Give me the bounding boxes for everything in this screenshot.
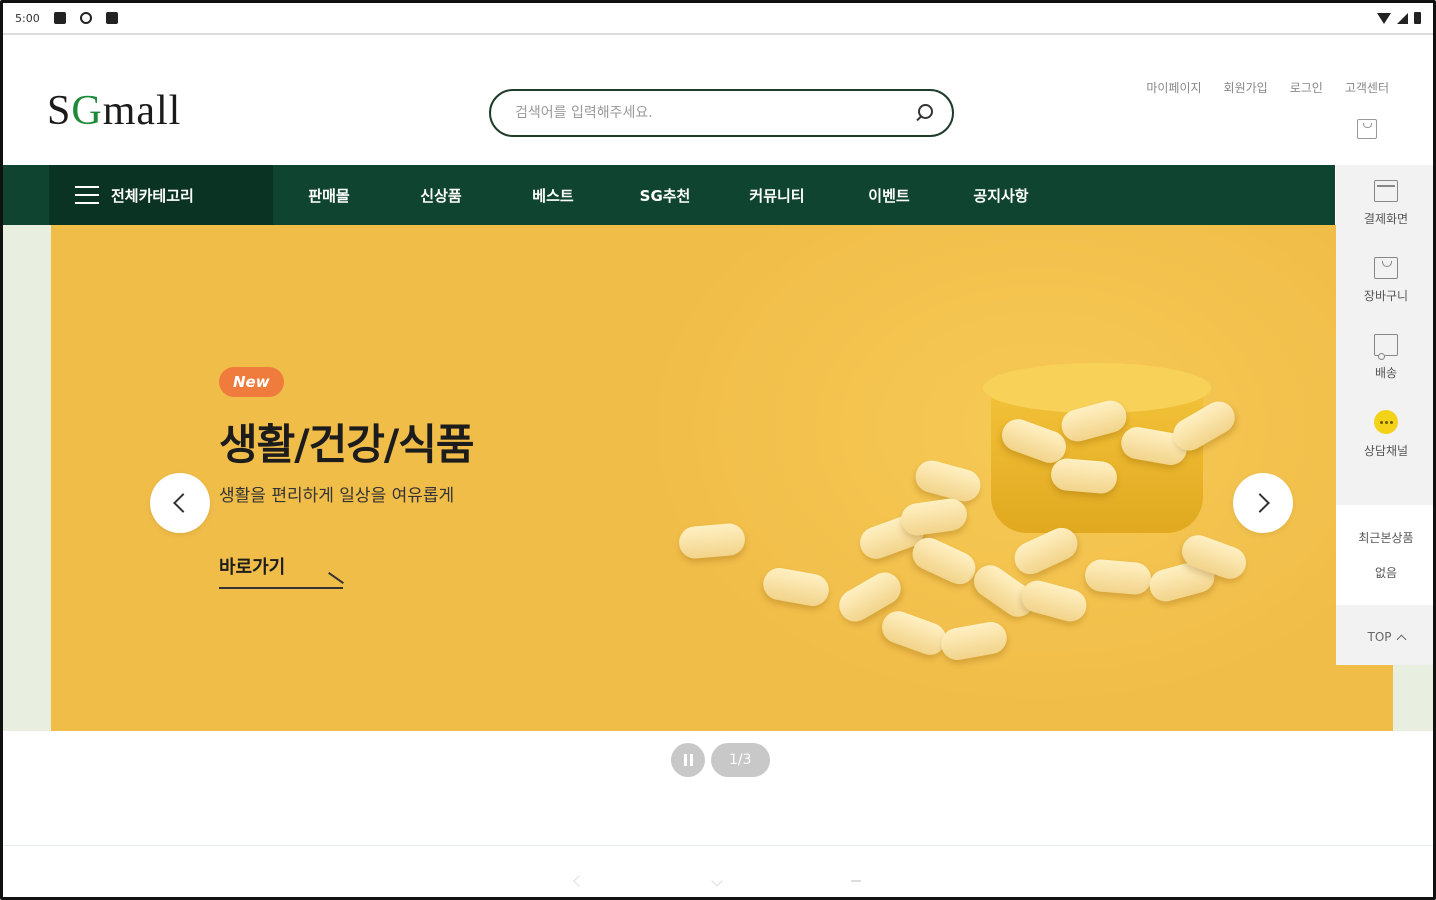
hero-subtitle: 생활을 편리하게 일상을 여유롭게 <box>219 486 455 506</box>
search-input[interactable] <box>515 105 914 121</box>
quick-side-panel: 결제화면 장바구니 배송 상담채널 최근본상품 없음 TOP <box>1336 165 1433 665</box>
login-link[interactable]: 로그인 <box>1290 79 1323 96</box>
top-links: 마이페이지 회원가입 로그인 고객센터 <box>1146 79 1389 96</box>
hero-shortcut-link[interactable]: 바로가기 <box>219 553 285 579</box>
chevron-right-icon <box>1250 493 1270 513</box>
slide-counter: 1/3 <box>711 743 770 777</box>
pause-icon <box>683 754 693 766</box>
recent-products-empty: 없음 <box>1374 566 1398 580</box>
back-icon[interactable] <box>573 875 585 887</box>
next-slide-button[interactable] <box>1233 473 1293 533</box>
side-item-chat[interactable]: 상담채널 <box>1336 396 1433 473</box>
hero-banner[interactable]: New 생활/건강/식품 생활을 편리하게 일상을 여유롭게 바로가기 <box>51 225 1393 731</box>
side-item-delivery[interactable]: 배송 <box>1336 319 1433 396</box>
delivery-truck-icon <box>1374 334 1398 360</box>
new-badge: New <box>219 367 284 397</box>
side-item-payment[interactable]: 결제화면 <box>1336 165 1433 242</box>
nav-item-recommend[interactable]: SG추천 <box>609 185 721 206</box>
hamburger-icon <box>75 186 99 204</box>
arrow-right-icon <box>328 572 344 584</box>
shopping-bag-icon <box>1374 257 1398 279</box>
notification-icon <box>53 12 66 24</box>
status-bar: 5:00 <box>3 3 1433 35</box>
nav-menu: 판매몰 신상품 베스트 SG추천 커뮤니티 이벤트 공지사항 <box>273 185 1057 206</box>
app-frame: 5:00 SGmall 마이페이지 회원가입 로그인 고객센터 전체카테고리 <box>0 0 1436 900</box>
scroll-top-button[interactable]: TOP <box>1336 615 1433 659</box>
chat-bubble-icon <box>1374 410 1398 434</box>
all-category-button[interactable]: 전체카테고리 <box>49 165 273 225</box>
battery-icon <box>1414 12 1421 24</box>
side-item-cart[interactable]: 장바구니 <box>1336 242 1433 319</box>
nav-item-notice[interactable]: 공지사항 <box>945 185 1057 206</box>
slide-pager: 1/3 <box>671 743 770 777</box>
recents-icon[interactable] <box>851 880 861 882</box>
lock-icon <box>105 12 118 24</box>
signup-link[interactable]: 회원가입 <box>1224 79 1268 96</box>
sync-icon <box>79 12 92 24</box>
nav-item-best[interactable]: 베스트 <box>497 185 609 206</box>
cart-icon[interactable] <box>1357 119 1377 139</box>
home-icon[interactable] <box>711 875 723 887</box>
signal-icon <box>1397 12 1408 24</box>
customer-center-link[interactable]: 고객센터 <box>1345 79 1389 96</box>
recent-products-title: 최근본상품 <box>1358 531 1414 545</box>
hero-title: 생활/건강/식품 <box>219 420 475 469</box>
search-icon[interactable] <box>914 103 934 123</box>
site-logo[interactable]: SGmall <box>47 87 181 135</box>
all-category-label: 전체카테고리 <box>111 186 194 205</box>
nav-item-community[interactable]: 커뮤니티 <box>721 185 833 206</box>
nav-item-new[interactable]: 신상품 <box>385 185 497 206</box>
hero-link-underline <box>219 587 343 589</box>
footer-divider <box>3 845 1433 846</box>
nav-item-event[interactable]: 이벤트 <box>833 185 945 206</box>
search-bar <box>489 89 954 137</box>
recent-products-box: 최근본상품 없음 <box>1336 505 1433 605</box>
mypage-link[interactable]: 마이페이지 <box>1146 79 1201 96</box>
nav-item-shop[interactable]: 판매몰 <box>273 185 385 206</box>
payment-screen-icon <box>1374 180 1398 202</box>
status-time: 5:00 <box>15 11 40 25</box>
prev-slide-button[interactable] <box>150 473 210 533</box>
chevron-up-icon <box>1396 634 1406 644</box>
wifi-icon <box>1377 12 1391 24</box>
site-header: SGmall 마이페이지 회원가입 로그인 고객센터 <box>3 61 1433 165</box>
chevron-left-icon <box>173 493 193 513</box>
system-navbar <box>3 863 1433 897</box>
pause-button[interactable] <box>671 743 705 777</box>
main-nav: 전체카테고리 판매몰 신상품 베스트 SG추천 커뮤니티 이벤트 공지사항 <box>3 165 1335 225</box>
